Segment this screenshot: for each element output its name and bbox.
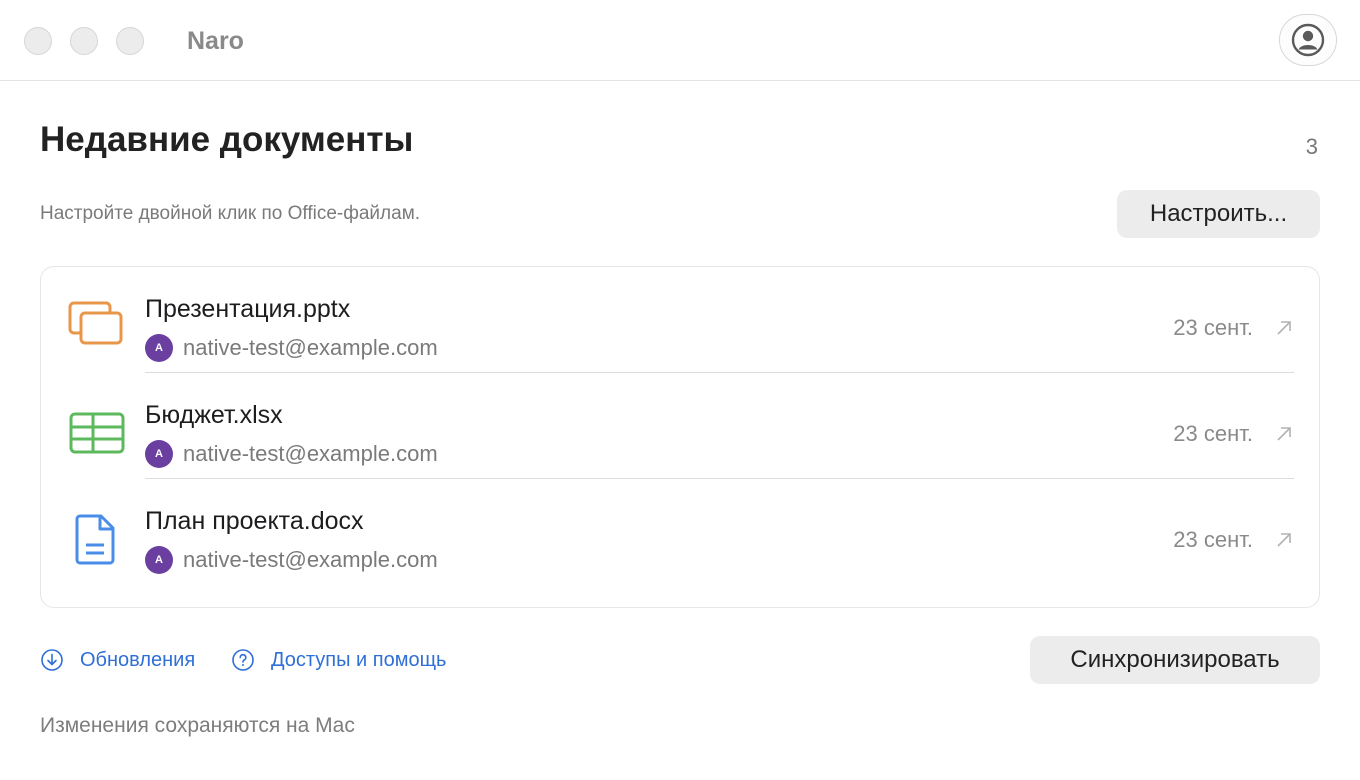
document-row[interactable]: План проекта.docx A native-test@example.… [41,479,1321,585]
avatar: A [145,546,173,574]
document-owner: native-test@example.com [183,441,438,466]
title-bar: Naro [0,0,1360,81]
document-row[interactable]: Презентация.pptx A native-test@example.c… [41,267,1321,373]
document-date: 23 сент. [1173,315,1253,340]
page-subtitle: Настройте двойной клик по Office-файлам. [40,203,421,224]
document-icon [75,514,115,565]
account-button[interactable] [1279,14,1337,66]
open-external-icon[interactable] [1273,423,1295,445]
zoom-window-button[interactable] [116,27,144,55]
document-name: Бюджет.xlsx [145,401,283,429]
document-count: 3 [1305,134,1318,159]
save-location-note: Изменения сохраняются на Mac [40,714,355,737]
presentation-icon [68,301,123,345]
document-owner: native-test@example.com [183,547,438,572]
user-circle-icon [1291,23,1325,57]
app-title: Naro [187,27,244,55]
help-label: Доступы и помощь [271,648,447,671]
document-date: 23 сент. [1173,421,1253,446]
document-name: Презентация.pptx [145,295,351,323]
documents-list: Презентация.pptx A native-test@example.c… [40,266,1320,608]
open-external-icon[interactable] [1273,317,1295,339]
open-external-icon[interactable] [1273,529,1295,551]
document-owner: native-test@example.com [183,335,438,360]
sync-button[interactable]: Синхронизировать [1030,636,1320,684]
page-title: Недавние документы [40,120,414,159]
spreadsheet-icon [69,412,125,454]
help-link[interactable]: Доступы и помощь [231,648,446,672]
question-circle-icon [232,649,254,671]
download-circle-icon [41,649,63,671]
document-date: 23 сент. [1173,527,1253,552]
avatar: A [145,334,173,362]
document-row[interactable]: Бюджет.xlsx A native-test@example.com 23… [41,373,1321,479]
updates-label: Обновления [80,648,196,671]
close-window-button[interactable] [24,27,52,55]
minimize-window-button[interactable] [70,27,98,55]
updates-link[interactable]: Обновления [40,648,195,672]
app-window: Naro Недавние документы 3 Настройте двой… [0,0,1360,780]
avatar: A [145,440,173,468]
document-name: План проекта.docx [145,507,364,535]
configure-button[interactable]: Настроить... [1117,190,1320,238]
